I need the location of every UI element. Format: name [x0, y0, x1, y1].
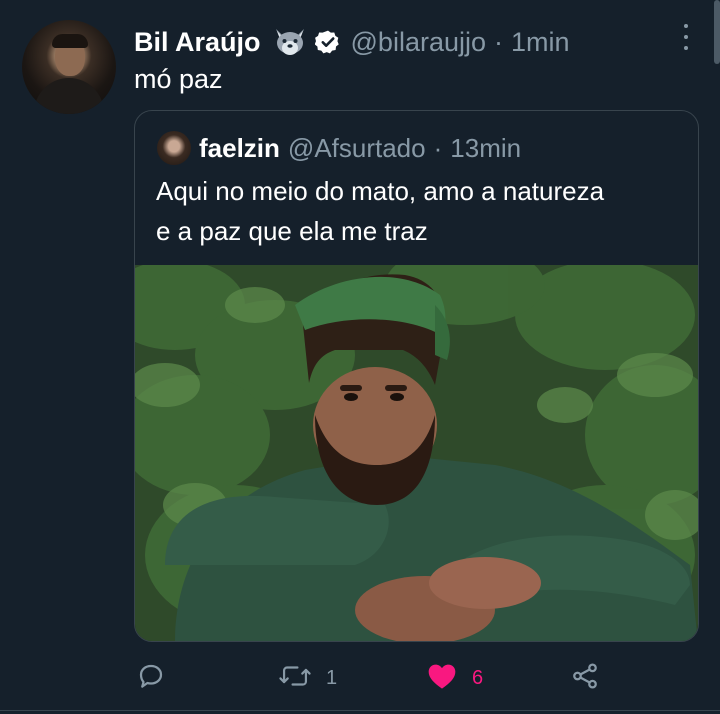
tweet-text: mó paz: [134, 64, 223, 94]
photo-illustration: [135, 265, 698, 641]
share-button[interactable]: [570, 660, 600, 696]
quoted-text: Aqui no meio do mato, amo a natureza e a…: [156, 171, 686, 251]
author-display-name[interactable]: Bil Araújo: [134, 27, 261, 58]
like-button[interactable]: 6: [426, 660, 483, 696]
tweet-header: Bil Araújo @bilaraujjo · 1min: [134, 24, 570, 60]
separator-dot: ·: [433, 132, 443, 163]
more-vertical-icon[interactable]: [676, 24, 696, 50]
separator-dot: ·: [494, 26, 503, 57]
author-handle[interactable]: @bilaraujjo: [351, 27, 486, 58]
author-avatar[interactable]: [22, 20, 116, 114]
wolf-emoji-icon: [273, 27, 307, 57]
quoted-header: faelzin @Afsurtado · 13min: [199, 131, 521, 165]
tweet-time[interactable]: 1min: [511, 27, 570, 58]
quoted-text-line: e a paz que ela me traz: [156, 216, 428, 246]
reply-icon: [136, 661, 166, 696]
verified-badge-icon: [314, 29, 341, 55]
heart-filled-icon: [426, 661, 458, 696]
avatar-shirt: [34, 78, 104, 114]
retweet-button[interactable]: 1: [278, 660, 337, 696]
like-count: 6: [472, 666, 484, 689]
retweet-count: 1: [326, 666, 338, 689]
quoted-handle: @Afsurtado: [287, 132, 426, 163]
share-icon: [570, 661, 600, 696]
scrollbar[interactable]: [714, 0, 720, 64]
quoted-media-photo[interactable]: [135, 265, 698, 641]
more-dot: [684, 24, 688, 28]
reply-button[interactable]: [136, 660, 166, 696]
avatar-hair: [52, 34, 88, 48]
tweet[interactable]: Bil Araújo @bilaraujjo · 1min mó paz fae…: [0, 0, 720, 714]
quoted-text-line: Aqui no meio do mato, amo a natureza: [156, 176, 605, 206]
quoted-display-name: faelzin: [199, 132, 280, 163]
quoted-tweet[interactable]: faelzin @Afsurtado · 13min Aqui no meio …: [134, 110, 699, 642]
tweet-actions: 1 6: [134, 660, 699, 696]
retweet-icon: [278, 661, 312, 696]
divider: [0, 710, 720, 711]
more-dot: [684, 46, 688, 50]
more-dot: [684, 35, 688, 39]
quoted-author-avatar: [157, 131, 191, 165]
quoted-time: 13min: [450, 132, 522, 163]
